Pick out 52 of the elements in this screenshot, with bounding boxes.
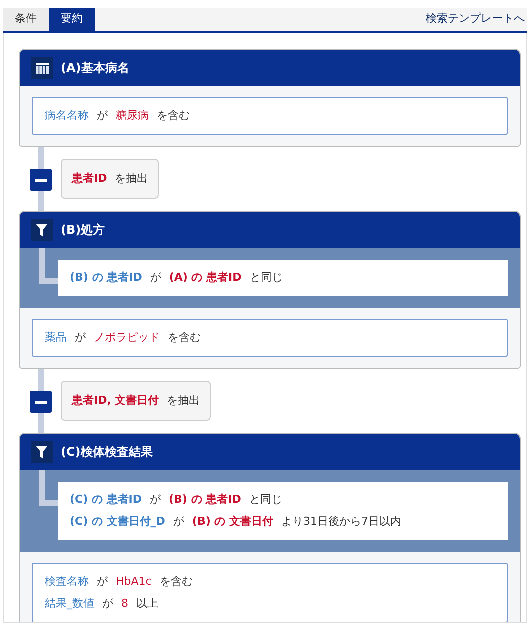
operator-text: 以上: [136, 596, 158, 612]
block-title: (B)処方: [61, 222, 106, 239]
field-name: (B) の 患者ID: [70, 270, 142, 286]
field-name: (C) の 文書日付_D: [70, 514, 166, 530]
condition-box[interactable]: 検査名称 が HbA1c を含む 結果_数値 が 8 以上: [32, 563, 508, 622]
field-name: 病名名称: [45, 108, 89, 124]
operator-text: が: [97, 108, 108, 124]
value-text: HbA1c: [116, 574, 152, 590]
value-text: 8: [122, 596, 128, 612]
operator-text: を含む: [160, 574, 193, 590]
table-icon: [36, 62, 48, 74]
operator-text: が: [150, 270, 162, 286]
operator-text: を含む: [168, 330, 201, 346]
operator-text: が: [150, 492, 162, 508]
operator-text: が: [75, 330, 86, 346]
operator-text: と同じ: [250, 270, 283, 286]
operator-text: より31日後から7日以内: [282, 514, 402, 530]
join-condition[interactable]: (B) の 患者ID が (A) の 患者ID と同じ: [58, 260, 508, 296]
value-text: ノボラピッド: [94, 330, 160, 346]
tab[interactable]: 要約: [49, 8, 95, 31]
filter-icon: [36, 224, 48, 236]
operator-text: が: [102, 596, 114, 612]
collapse-button[interactable]: [30, 169, 52, 191]
value-text: (B) の 患者ID: [169, 492, 242, 508]
tab[interactable]: 条件: [3, 8, 49, 31]
field-name: 結果_数値: [45, 596, 94, 612]
operator-text: を抽出: [167, 393, 200, 409]
operator-text: が: [97, 574, 108, 590]
block-title: (C)検体検査結果: [61, 444, 153, 461]
value-text: (B) の 文書日付: [192, 514, 274, 530]
minus-icon: [35, 178, 47, 182]
operator-text: を抽出: [115, 171, 148, 187]
condition-box[interactable]: 薬品 が ノボラピッド を含む: [32, 319, 508, 357]
minus-icon: [35, 400, 47, 404]
save-template-link[interactable]: 検索テンプレートへ: [426, 11, 527, 28]
value-text: (A) の 患者ID: [169, 270, 242, 286]
value-text: 患者ID, 文書日付: [72, 393, 160, 409]
operator-text: が: [173, 514, 184, 530]
operator-text: と同じ: [249, 492, 282, 508]
value-text: 糖尿病: [116, 108, 149, 124]
extract-box[interactable]: 患者ID を抽出: [61, 159, 160, 199]
value-text: 患者ID: [72, 171, 108, 187]
join-condition[interactable]: (C) の 患者ID が (B) の 患者ID と同じ (C) の 文書日付_D が (B) の 文書日付 より31日後から7日以内: [58, 482, 508, 540]
collapse-button[interactable]: [30, 391, 52, 413]
block-title: (A)基本病名: [61, 60, 130, 77]
filter-icon: [36, 446, 48, 458]
field-name: 検査名称: [45, 574, 89, 590]
condition-box[interactable]: 病名名称 が 糖尿病 を含む: [32, 97, 508, 135]
field-name: 薬品: [45, 330, 67, 346]
operator-text: を含む: [157, 108, 190, 124]
field-name: (C) の 患者ID: [70, 492, 142, 508]
extract-box[interactable]: 患者ID, 文書日付 を抽出: [61, 381, 212, 421]
